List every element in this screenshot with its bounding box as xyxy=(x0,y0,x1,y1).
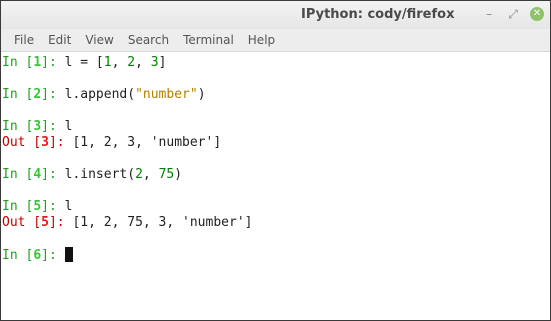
terminal-output[interactable]: In [1]: l = [1, 2, 3] In [2]: l.append("n… xyxy=(1,52,550,263)
prompt-number: 4 xyxy=(33,167,42,182)
code-text: , xyxy=(135,55,151,70)
prompt-number: 6 xyxy=(33,248,42,263)
output-line: Out [5]: [1, 2, 75, 3, 'number'] xyxy=(2,215,550,231)
code-text: l xyxy=(64,199,73,214)
out-prompt: Out [5]: xyxy=(2,215,73,230)
in-prompt: In [3]: xyxy=(2,119,65,134)
in-prompt: In [2]: xyxy=(2,87,65,102)
in-prompt: In [1]: xyxy=(2,55,65,70)
close-icon[interactable]: ✕ xyxy=(530,7,544,21)
input-line: In [3]: l xyxy=(2,119,550,135)
code-text: ) xyxy=(197,87,206,102)
number-literal: 2 xyxy=(135,167,143,182)
code-text: l xyxy=(64,119,73,134)
prompt-number: 1 xyxy=(33,55,42,70)
menu-file[interactable]: File xyxy=(7,29,41,51)
code-text: ) xyxy=(174,167,183,182)
in-prompt: In [5]: xyxy=(2,199,65,214)
prompt-number: 5 xyxy=(33,199,42,214)
number-literal: 2 xyxy=(127,55,136,70)
number-literal: 1 xyxy=(103,55,112,70)
menu-edit[interactable]: Edit xyxy=(41,29,78,51)
menu-terminal[interactable]: Terminal xyxy=(176,29,241,51)
input-line: In [2]: l.append("number") xyxy=(2,87,550,103)
output-line: Out [3]: [1, 2, 3, 'number'] xyxy=(2,135,550,151)
text-cursor xyxy=(64,247,73,262)
close-button[interactable]: ✕ xyxy=(528,5,546,23)
terminal-window: IPython: cody/firefox – ⤢ ✕ File Edit Vi… xyxy=(0,0,551,321)
code-text: [1, 2, 3, 'number'] xyxy=(72,135,222,150)
code-text: , xyxy=(142,167,159,182)
number-literal: 3 xyxy=(150,55,159,70)
input-line: In [1]: l = [1, 2, 3] xyxy=(2,55,550,71)
code-text: l.insert( xyxy=(64,167,136,182)
string-literal: "number" xyxy=(135,87,198,102)
code-text: ] xyxy=(158,55,167,70)
input-line: In [5]: l xyxy=(2,199,550,215)
menu-view[interactable]: View xyxy=(78,29,120,51)
in-prompt: In [4]: xyxy=(2,167,65,182)
input-line: In [6]: xyxy=(2,247,550,263)
menu-bar: File Edit View Search Terminal Help xyxy=(1,29,550,52)
maximize-icon[interactable]: ⤢ xyxy=(504,5,522,23)
out-prompt: Out [3]: xyxy=(2,135,73,150)
code-text: [1, 2, 75, 3, 'number'] xyxy=(72,215,253,230)
prompt-number: 2 xyxy=(33,87,42,102)
code-text: l = [ xyxy=(64,55,104,70)
number-literal: 75 xyxy=(158,167,175,182)
window-controls: – ⤢ ✕ xyxy=(480,5,546,23)
minimize-icon[interactable]: – xyxy=(480,5,498,23)
code-text: , xyxy=(111,55,128,70)
prompt-number: 5 xyxy=(41,215,49,230)
code-text: l.append( xyxy=(64,87,136,102)
prompt-number: 3 xyxy=(41,135,49,150)
input-line: In [4]: l.insert(2, 75) xyxy=(2,167,550,183)
menu-help[interactable]: Help xyxy=(241,29,282,51)
in-prompt: In [6]: xyxy=(2,248,65,263)
title-bar[interactable]: IPython: cody/firefox – ⤢ ✕ xyxy=(1,1,550,29)
prompt-number: 3 xyxy=(33,119,42,134)
menu-search[interactable]: Search xyxy=(121,29,176,51)
window-title: IPython: cody/firefox xyxy=(301,7,455,22)
